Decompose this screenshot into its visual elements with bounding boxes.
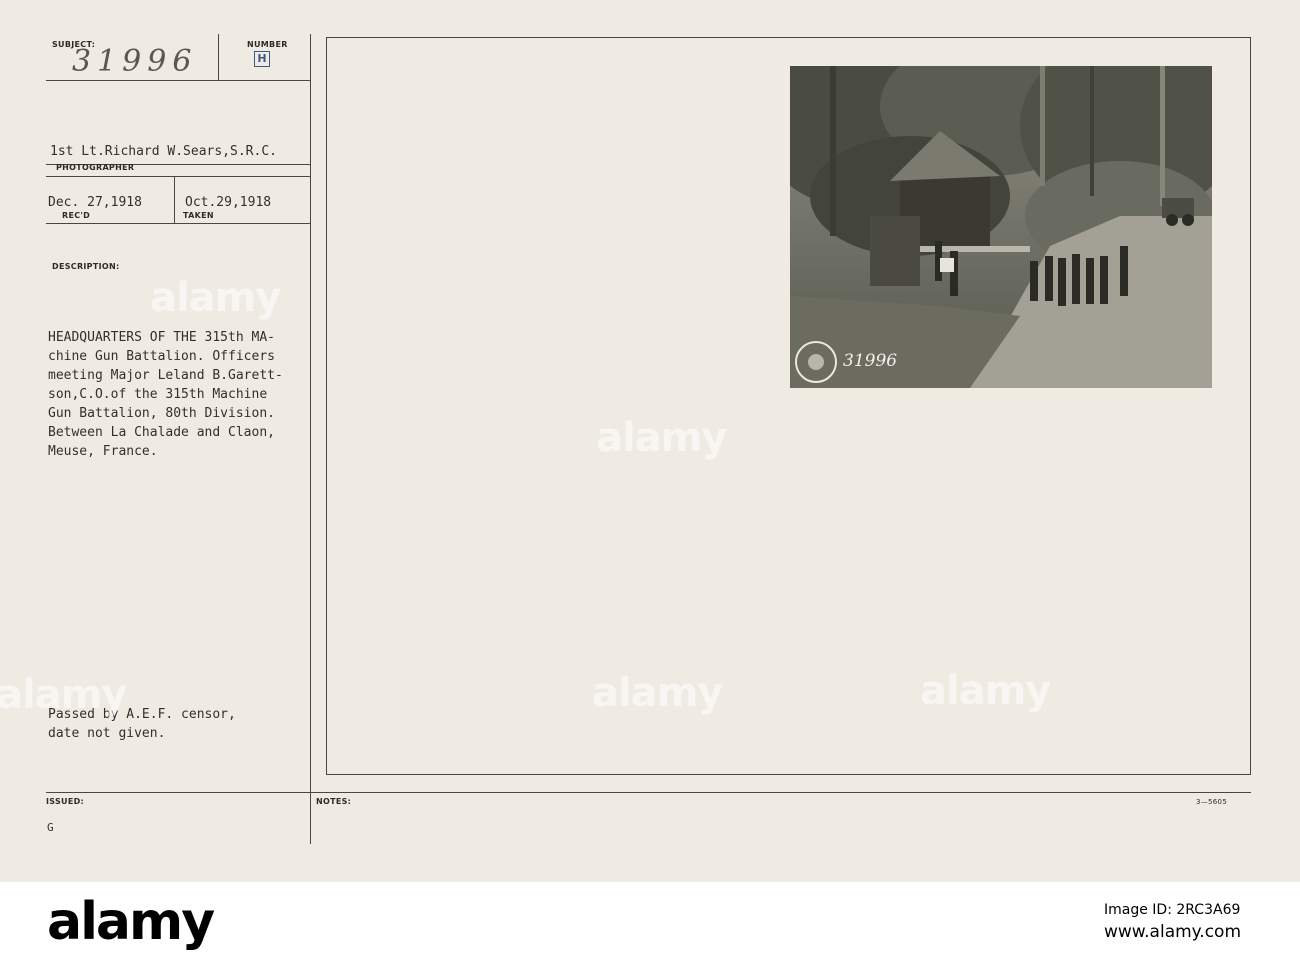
photographer-name: 1st Lt.Richard W.Sears,S.R.C. xyxy=(50,144,277,159)
photo-frame-left xyxy=(326,37,327,775)
site-url[interactable]: www.alamy.com xyxy=(1104,922,1241,942)
description-line: Between La Chalade and Claon, xyxy=(48,425,275,440)
image-id: Image ID: 2RC3A69 xyxy=(1104,902,1241,918)
alamy-logo: alamy xyxy=(47,892,215,952)
date-received: Dec. 27,1918 xyxy=(48,195,142,210)
photo-negative-number: 31996 xyxy=(843,351,898,371)
issued-label: ISSUED: xyxy=(46,797,85,806)
subject-underline xyxy=(46,80,310,81)
watermark: alamy xyxy=(0,672,127,718)
form-number: 3—5605 xyxy=(1196,798,1228,806)
description-line: son,C.O.of the 315th Machine xyxy=(48,387,268,402)
dates-divider xyxy=(174,176,175,223)
number-stamp: H xyxy=(254,51,270,67)
number-label: NUMBER xyxy=(247,40,288,49)
watermark: alamy xyxy=(592,670,723,716)
censor-line: date not given. xyxy=(48,726,166,741)
issued-top-rule xyxy=(46,792,310,793)
photo-frame-top xyxy=(326,37,1251,38)
watermark: alamy xyxy=(150,275,281,321)
dates-top-rule xyxy=(46,176,310,177)
headquarters-photograph xyxy=(790,66,1212,388)
notes-top-rule xyxy=(310,792,1251,793)
dates-bottom-rule xyxy=(46,223,310,224)
watermark: alamy xyxy=(920,668,1051,714)
photo-frame-right xyxy=(1250,37,1251,775)
notes-label: NOTES: xyxy=(316,797,352,806)
issued-mark: G xyxy=(47,821,54,834)
description-text: HEADQUARTERS OF THE 315th MA- chine Gun … xyxy=(48,328,283,461)
description-line: Meuse, France. xyxy=(48,444,158,459)
description-line: HEADQUARTERS OF THE 315th MA- xyxy=(48,330,275,345)
archive-photo-card: SUBJECT: 31996 NUMBER H 1st Lt.Richard W… xyxy=(0,0,1300,882)
description-line: Gun Battalion, 80th Division. xyxy=(48,406,275,421)
description-label: DESCRIPTION: xyxy=(52,262,120,271)
photo-frame-bottom xyxy=(326,774,1251,775)
stock-banner: alamy Image ID: 2RC3A69 www.alamy.com xyxy=(0,882,1300,971)
date-taken: Oct.29,1918 xyxy=(185,195,272,210)
description-line: meeting Major Leland B.Garett- xyxy=(48,368,283,383)
watermark: alamy xyxy=(596,415,727,461)
photographer-label: PHOTOGRAPHER xyxy=(56,163,135,172)
subject-number: 31996 xyxy=(72,44,198,79)
subject-divider xyxy=(218,34,219,80)
received-label: REC'D xyxy=(62,211,91,220)
left-column-border xyxy=(310,34,311,844)
description-line: chine Gun Battalion. Officers xyxy=(48,349,275,364)
taken-label: TAKEN xyxy=(183,211,214,220)
